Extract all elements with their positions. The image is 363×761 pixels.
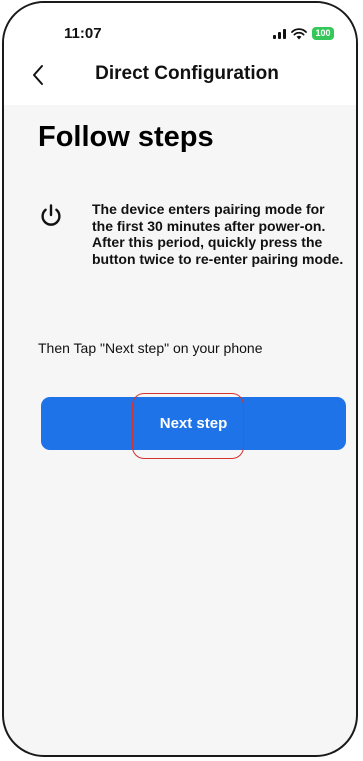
status-bar: 11:07 100: [4, 3, 356, 55]
status-time: 11:07: [64, 25, 102, 42]
nav-title: Direct Configuration: [95, 63, 279, 84]
battery-icon: 100: [312, 27, 334, 40]
top-bar: 11:07 100 Direct Configuration: [4, 3, 356, 105]
wifi-icon: [291, 27, 307, 39]
step-description: The device enters pairing mode for the f…: [92, 201, 344, 267]
phone-frame: 11:07 100 Direct Configuration Follow st…: [2, 1, 358, 757]
status-icons: 100: [273, 27, 334, 40]
instruction-text: Then Tap "Next step" on your phone: [38, 340, 263, 356]
signal-icon: [273, 28, 286, 39]
nav-bar: Direct Configuration: [4, 55, 356, 95]
page-title: Follow steps: [38, 121, 214, 153]
next-step-button[interactable]: Next step: [41, 397, 346, 450]
power-icon: [41, 204, 61, 226]
